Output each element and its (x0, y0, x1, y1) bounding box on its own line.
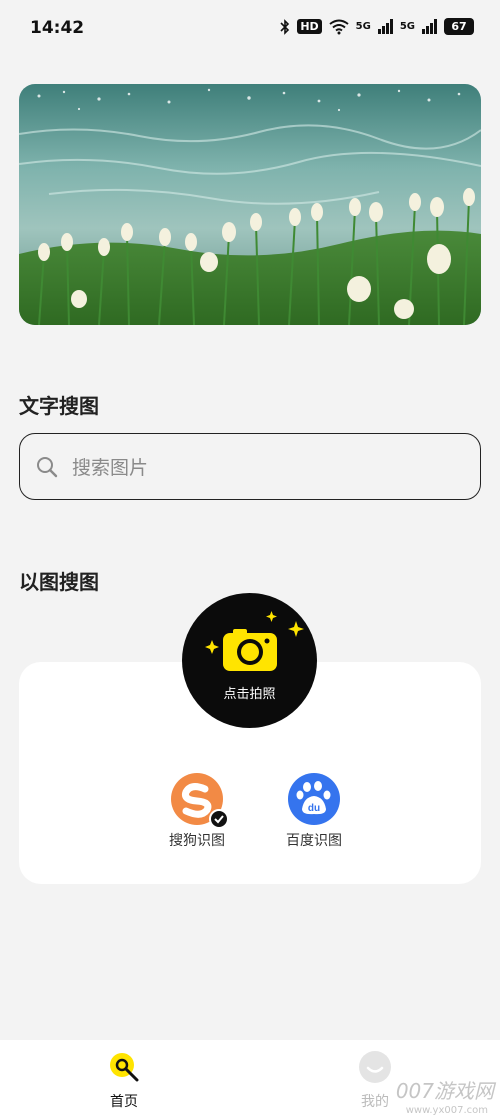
profile-icon (359, 1051, 391, 1083)
check-badge-icon (209, 809, 229, 829)
battery-icon: 67 (444, 18, 474, 35)
sogou-image-search[interactable]: 搜狗识图 (152, 773, 242, 850)
status-time: 14:42 (30, 18, 85, 38)
status-icons: HD 5G 5G 67 (280, 18, 474, 35)
network-type-1: 5G (355, 21, 371, 32)
search-icon (37, 456, 58, 477)
search-input[interactable]: 搜索图片 (19, 433, 481, 500)
tab-home-label: 首页 (110, 1094, 138, 1110)
watermark-url: www.yx007.com (405, 1105, 488, 1116)
banner-image[interactable] (19, 84, 481, 325)
network-type-2: 5G (399, 21, 415, 32)
svg-text:du: du (308, 803, 320, 814)
watermark-text: 007游戏网 (395, 1079, 494, 1103)
take-photo-button[interactable]: 点击拍照 (182, 593, 317, 728)
image-search-title: 以图搜图 (19, 570, 99, 594)
sogou-logo-icon (171, 773, 229, 829)
engine-label-sogou: 搜狗识图 (169, 833, 225, 849)
status-bar: 14:42 HD 5G 5G 67 (0, 0, 500, 60)
hd-badge: HD (297, 19, 322, 34)
signal-icon (377, 19, 393, 34)
baidu-image-search[interactable]: du 百度识图 (269, 773, 359, 850)
text-search-title: 文字搜图 (19, 394, 99, 418)
tulip-lake-image (19, 84, 481, 325)
camera-label: 点击拍照 (223, 687, 276, 702)
bluetooth-icon (280, 18, 290, 35)
tab-home[interactable]: 首页 (79, 1050, 169, 1111)
wifi-icon (329, 19, 349, 34)
camera-icon (205, 611, 304, 671)
signal-icon-2 (422, 19, 437, 34)
bottom-tab-bar: 首页 我的 007游戏网 www.yx007.com (0, 1040, 500, 1118)
search-placeholder: 搜索图片 (72, 457, 149, 479)
baidu-paw-icon: du (288, 773, 340, 825)
engine-label-baidu: 百度识图 (286, 833, 342, 849)
home-search-icon (110, 1053, 139, 1082)
